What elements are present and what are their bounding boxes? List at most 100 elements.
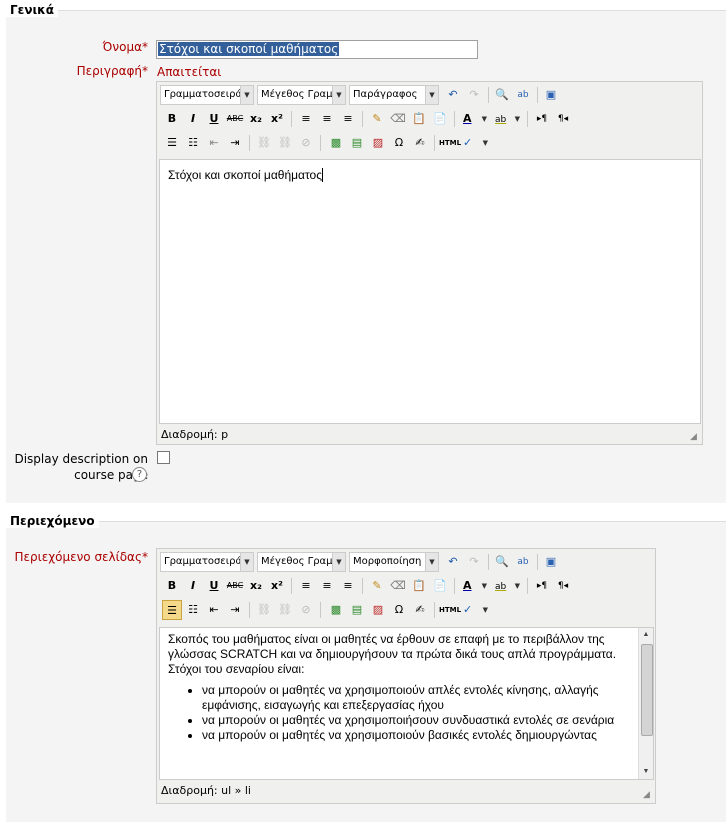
- highlight-color-button[interactable]: ab ▼: [492, 109, 522, 129]
- resize-handle-icon[interactable]: ◢: [643, 790, 653, 800]
- image-icon[interactable]: ▩: [326, 600, 346, 620]
- toolbar-row-3: ☰ ☷ ⇤ ⇥ ⛓ ⛓ ⊘ ▩ ▤ ▨ Ω ✍ HTML ✓ ▼: [160, 600, 654, 622]
- redo-icon[interactable]: ↷: [464, 552, 484, 572]
- content-scrollbar[interactable]: ▲ ▼: [638, 628, 653, 779]
- superscript-button[interactable]: x²: [267, 576, 287, 596]
- strikethrough-button[interactable]: ABC: [225, 109, 245, 129]
- underline-button[interactable]: U: [204, 109, 224, 129]
- nolink-icon[interactable]: ⊘: [296, 600, 316, 620]
- italic-button[interactable]: I: [183, 576, 203, 596]
- bold-button[interactable]: B: [162, 109, 182, 129]
- scroll-thumb[interactable]: [641, 644, 653, 736]
- rtl-icon[interactable]: ¶◂: [553, 109, 573, 129]
- font-size-select[interactable]: Μέγεθος Γραμμ ▼: [257, 552, 346, 572]
- align-center-icon[interactable]: ≡: [317, 576, 337, 596]
- find-icon[interactable]: 🔍: [492, 85, 512, 105]
- help-icon[interactable]: ?: [132, 467, 147, 482]
- link-icon[interactable]: ⛓: [254, 133, 274, 153]
- outdent-icon[interactable]: ⇤: [204, 600, 224, 620]
- rtl-icon[interactable]: ¶◂: [553, 576, 573, 596]
- spellcheck-button[interactable]: ✓ ▼: [460, 133, 490, 153]
- chevron-down-icon: ▼: [482, 606, 488, 614]
- underline-button[interactable]: U: [204, 576, 224, 596]
- description-content-area[interactable]: Στόχοι και σκοποί μαθήματος: [159, 159, 701, 424]
- description-text: Στόχοι και σκοποί μαθήματος: [168, 168, 323, 182]
- align-left-icon[interactable]: ≡: [296, 109, 316, 129]
- toolbar-separator: [434, 602, 435, 618]
- nolink-icon[interactable]: ⊘: [296, 133, 316, 153]
- html-button[interactable]: HTML: [439, 133, 461, 153]
- align-center-icon[interactable]: ≡: [317, 109, 337, 129]
- italic-button[interactable]: I: [183, 109, 203, 129]
- indent-icon[interactable]: ⇥: [225, 133, 245, 153]
- font-family-select[interactable]: Γραμματοσειρά ▼: [160, 85, 254, 105]
- align-right-icon[interactable]: ≡: [338, 576, 358, 596]
- link-icon[interactable]: ⛓: [254, 600, 274, 620]
- resize-handle-icon[interactable]: ◢: [690, 432, 700, 442]
- toolbar-separator: [434, 135, 435, 151]
- eraser-icon[interactable]: ⌫: [388, 109, 408, 129]
- undo-icon[interactable]: ↶: [443, 552, 463, 572]
- eraser-icon[interactable]: ⌫: [388, 576, 408, 596]
- find-icon[interactable]: 🔍: [492, 552, 512, 572]
- numbered-list-icon[interactable]: ☷: [183, 600, 203, 620]
- superscript-button[interactable]: x²: [267, 109, 287, 129]
- text-color-button[interactable]: A ▼: [459, 109, 489, 129]
- subscript-button[interactable]: x₂: [246, 109, 266, 129]
- bullet-list-icon[interactable]: ☰: [162, 600, 182, 620]
- clean-up-icon[interactable]: ✎: [367, 576, 387, 596]
- image-icon[interactable]: ▩: [326, 133, 346, 153]
- scroll-down-icon[interactable]: ▼: [639, 765, 653, 779]
- general-legend: Γενικά: [6, 3, 58, 17]
- redo-icon[interactable]: ↷: [464, 85, 484, 105]
- page-content-text: Σκοπός του μαθήματος είναι οι μαθητές να…: [160, 628, 639, 779]
- chevron-down-icon: ▼: [514, 582, 520, 590]
- intro-paragraph: Σκοπός του μαθήματος είναι οι μαθητές να…: [168, 632, 617, 676]
- fullscreen-icon[interactable]: ▣: [541, 552, 561, 572]
- paste-word-icon[interactable]: 📄: [430, 109, 450, 129]
- align-right-icon[interactable]: ≡: [338, 109, 358, 129]
- format-select[interactable]: Μορφοποίηση ▼: [349, 552, 439, 572]
- list-item: να μπορούν οι μαθητές να χρησιμοποιήσουν…: [202, 713, 629, 728]
- paste-text-icon[interactable]: 📋: [409, 109, 429, 129]
- ltr-icon[interactable]: ▸¶: [532, 576, 552, 596]
- special-char-button[interactable]: Ω: [389, 133, 409, 153]
- replace-icon[interactable]: ab: [513, 85, 533, 105]
- bullet-list-icon[interactable]: ☰: [162, 133, 182, 153]
- unlink-icon[interactable]: ⛓: [275, 133, 295, 153]
- replace-icon[interactable]: ab: [513, 552, 533, 572]
- paste-word-icon[interactable]: 📄: [430, 576, 450, 596]
- display-description-checkbox[interactable]: [157, 451, 170, 464]
- text-color-button[interactable]: A ▼: [459, 576, 489, 596]
- html-button[interactable]: HTML: [439, 600, 461, 620]
- format-select[interactable]: Παράγραφος ▼: [349, 85, 439, 105]
- clean-up-icon[interactable]: ✎: [367, 109, 387, 129]
- fullscreen-icon[interactable]: ▣: [541, 85, 561, 105]
- strikethrough-button[interactable]: ABC: [225, 576, 245, 596]
- page-content-area[interactable]: Σκοπός του μαθήματος είναι οι μαθητές να…: [159, 627, 654, 780]
- media-icon[interactable]: ▤: [347, 600, 367, 620]
- name-input[interactable]: Στόχοι και σκοποί μαθήματος: [156, 40, 478, 59]
- scroll-up-icon[interactable]: ▲: [639, 628, 653, 642]
- font-family-select[interactable]: Γραμματοσειρά ▼: [160, 552, 254, 572]
- highlight-color-button[interactable]: ab ▼: [492, 576, 522, 596]
- pdf-icon[interactable]: ▨: [368, 600, 388, 620]
- align-left-icon[interactable]: ≡: [296, 576, 316, 596]
- indent-icon[interactable]: ⇥: [225, 600, 245, 620]
- numbered-list-icon[interactable]: ☷: [183, 133, 203, 153]
- subscript-button[interactable]: x₂: [246, 576, 266, 596]
- toolbar-separator: [537, 554, 538, 570]
- bold-button[interactable]: B: [162, 576, 182, 596]
- special-char-button[interactable]: Ω: [389, 600, 409, 620]
- ltr-icon[interactable]: ▸¶: [532, 109, 552, 129]
- font-size-select[interactable]: Μέγεθος Γραμμ ▼: [257, 85, 346, 105]
- undo-icon[interactable]: ↶: [443, 85, 463, 105]
- media-icon[interactable]: ▤: [347, 133, 367, 153]
- paste-text-icon[interactable]: 📋: [409, 576, 429, 596]
- pdf-icon[interactable]: ▨: [368, 133, 388, 153]
- edit-icon[interactable]: ✍: [410, 133, 430, 153]
- edit-icon[interactable]: ✍: [410, 600, 430, 620]
- spellcheck-button[interactable]: ✓ ▼: [460, 600, 490, 620]
- outdent-icon[interactable]: ⇤: [204, 133, 224, 153]
- unlink-icon[interactable]: ⛓: [275, 600, 295, 620]
